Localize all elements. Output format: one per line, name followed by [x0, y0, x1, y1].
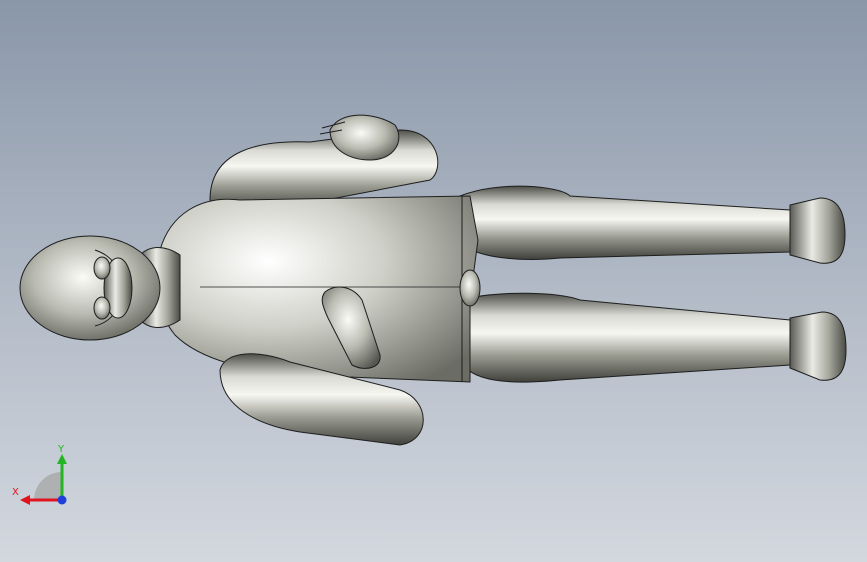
z-axis-dot-icon	[57, 495, 67, 505]
torso	[155, 195, 479, 383]
x-axis-arrow-icon	[20, 495, 30, 505]
belt-buckle	[459, 269, 481, 307]
graphics-viewport[interactable]: Y X	[0, 0, 867, 562]
x-axis-label: X	[12, 487, 19, 498]
mannequin-3d-model[interactable]	[0, 0, 867, 562]
y-axis-label: Y	[57, 444, 65, 455]
foot-lower	[789, 311, 847, 381]
leg-lower	[459, 292, 791, 383]
foot-upper	[789, 197, 846, 264]
orientation-triad: Y X	[12, 444, 67, 505]
leg-upper	[459, 185, 791, 260]
y-axis-arrow-icon	[57, 454, 67, 464]
head	[19, 235, 161, 341]
